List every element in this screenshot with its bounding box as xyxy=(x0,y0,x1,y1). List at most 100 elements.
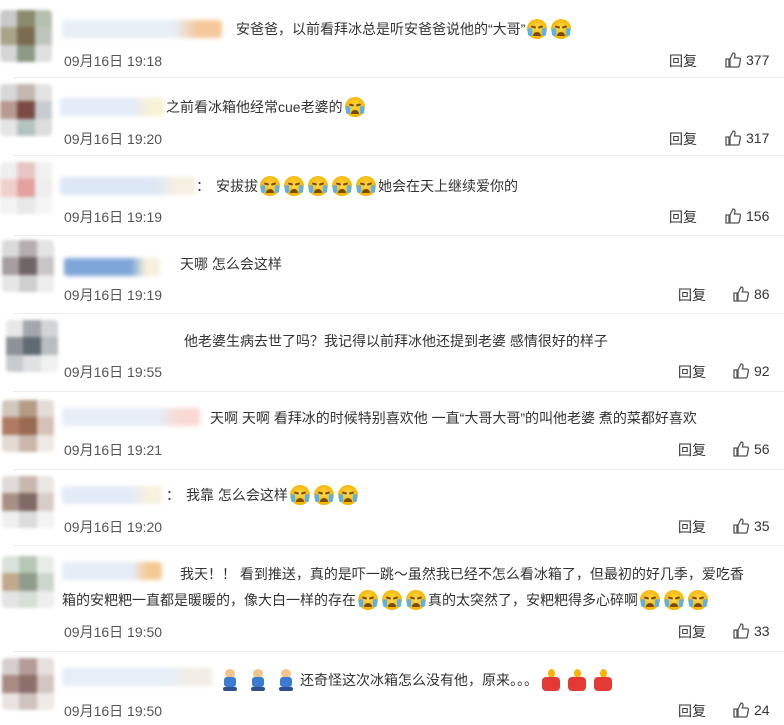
avatar[interactable] xyxy=(2,658,54,710)
avatar-pixel xyxy=(0,27,18,45)
avatar-pixel xyxy=(34,84,52,102)
name-colon: ： xyxy=(166,487,180,503)
avatar-pixel xyxy=(17,84,35,102)
avatar-pixel xyxy=(36,675,54,693)
avatar-pixel xyxy=(19,240,37,258)
reply-button[interactable]: 回复 xyxy=(678,701,706,721)
reply-button[interactable]: 回复 xyxy=(669,51,697,71)
avatar-pixel xyxy=(34,179,52,197)
username-blurred[interactable] xyxy=(64,258,160,276)
like-button[interactable]: 86 xyxy=(732,285,770,303)
avatar-pixel xyxy=(34,101,52,119)
crying-face-icon xyxy=(332,176,352,196)
crying-face-icon xyxy=(688,590,708,610)
comment-item: ： 安拔拔 她会在天上继续爱你的 09月16日 19:19 回复 156 xyxy=(0,156,784,236)
like-button[interactable]: 377 xyxy=(724,51,769,69)
thumbs-up-icon xyxy=(725,130,742,146)
avatar-pixel xyxy=(2,417,20,435)
comment-time: 09月16日 19:50 xyxy=(64,624,163,640)
avatar-pixel xyxy=(36,476,54,494)
reply-button[interactable]: 回复 xyxy=(669,207,697,227)
bowing-figure-icon xyxy=(278,669,294,691)
comment-text: 安爸爸，以前看拜冰总是听安爸爸说他的“大哥” xyxy=(236,18,573,40)
comment-text-line-2: 箱的安粑粑一直都是暖暖的，像大白一样的存在 真的太突然了，安粑粑得多心碎啊 xyxy=(62,589,710,611)
like-button[interactable]: 35 xyxy=(732,517,770,535)
avatar[interactable] xyxy=(6,320,58,372)
crying-face-icon xyxy=(313,485,334,505)
bowing-figure-icon xyxy=(250,669,266,691)
like-count: 377 xyxy=(746,52,770,68)
reply-button[interactable]: 回复 xyxy=(678,362,706,382)
avatar[interactable] xyxy=(2,400,54,452)
like-button[interactable]: 24 xyxy=(732,701,770,719)
like-button[interactable]: 33 xyxy=(732,622,770,640)
like-button[interactable]: 317 xyxy=(724,129,769,147)
comment-text-segment: 她会在天上继续爱你的 xyxy=(378,178,518,194)
reply-button[interactable]: 回复 xyxy=(678,622,706,642)
avatar-pixel xyxy=(40,354,58,372)
thumbs-up-icon xyxy=(733,518,750,534)
username-blurred[interactable] xyxy=(62,408,200,426)
avatar-pixel xyxy=(36,434,54,452)
comment-time: 09月16日 19:18 xyxy=(64,53,163,69)
reply-button[interactable]: 回复 xyxy=(678,285,706,305)
comment-text: 天哪 怎么会这样 xyxy=(180,253,282,275)
thumbs-up-icon xyxy=(733,441,750,457)
reply-button[interactable]: 回复 xyxy=(678,440,706,460)
avatar[interactable] xyxy=(2,476,54,528)
comment-text-segment: 天哪 怎么会这样 xyxy=(180,256,282,272)
avatar-pixel xyxy=(2,240,20,258)
avatar-pixel xyxy=(2,510,20,528)
like-count: 24 xyxy=(754,702,770,718)
bowing-figure-icon xyxy=(222,669,238,691)
avatar-pixel xyxy=(0,196,18,214)
avatar[interactable] xyxy=(0,84,52,136)
name-colon: ： xyxy=(196,178,210,194)
thumbs-up-icon xyxy=(733,363,750,379)
username-blurred[interactable] xyxy=(60,177,196,195)
avatar-pixel xyxy=(19,400,37,418)
avatar-pixel xyxy=(19,573,37,591)
avatar[interactable] xyxy=(2,240,54,292)
comment-text: ： 安拔拔 她会在天上继续爱你的 xyxy=(196,175,518,197)
reply-button[interactable]: 回复 xyxy=(669,129,697,149)
comment-list: 安爸爸，以前看拜冰总是听安爸爸说他的“大哥” 09月16日 19:18 回复 3… xyxy=(0,0,784,725)
avatar-pixel xyxy=(17,118,35,136)
crying-face-icon xyxy=(344,97,365,117)
avatar-pixel xyxy=(0,118,18,136)
avatar[interactable] xyxy=(2,556,54,608)
username-blurred[interactable] xyxy=(62,668,212,686)
avatar-pixel xyxy=(36,257,54,275)
crying-face-icon xyxy=(382,590,402,610)
reply-button[interactable]: 回复 xyxy=(678,517,706,537)
username-blurred[interactable] xyxy=(62,20,222,38)
comment-text-segment: 箱的安粑粑一直都是暖暖的，像大白一样的存在 xyxy=(62,592,356,608)
thumbs-up-icon xyxy=(725,52,742,68)
avatar-pixel xyxy=(17,196,35,214)
avatar-pixel xyxy=(19,274,37,292)
username-blurred[interactable] xyxy=(66,334,176,352)
comment-item: 天哪 怎么会这样 09月16日 19:19 回复 86 xyxy=(0,236,784,314)
like-button[interactable]: 92 xyxy=(732,362,770,380)
like-button[interactable]: 56 xyxy=(732,440,770,458)
like-button[interactable]: 156 xyxy=(724,207,769,225)
comment-text-segment: 安拔拔 xyxy=(216,178,258,194)
comment-text: ： 我靠 怎么会这样 xyxy=(166,484,360,506)
avatar-pixel xyxy=(2,590,20,608)
avatar-pixel xyxy=(0,84,18,102)
avatar-pixel xyxy=(36,692,54,710)
avatar[interactable] xyxy=(0,10,52,62)
avatar[interactable] xyxy=(0,162,52,214)
like-count: 33 xyxy=(754,623,770,639)
crying-face-icon xyxy=(527,19,548,39)
crying-face-icon xyxy=(358,590,378,610)
username-blurred[interactable] xyxy=(62,562,162,580)
crying-face-icon xyxy=(356,176,376,196)
comment-text-line-1: 我天！！ 看到推送，真的是吓一跳～虽然我已经不怎么看冰箱了，但最初的好几季，爱吃… xyxy=(180,566,744,582)
candle-icon xyxy=(593,669,613,691)
username-blurred[interactable] xyxy=(62,486,162,504)
avatar-pixel xyxy=(0,101,18,119)
like-count: 56 xyxy=(754,441,770,457)
username-blurred[interactable] xyxy=(60,98,164,116)
avatar-pixel xyxy=(2,400,20,418)
